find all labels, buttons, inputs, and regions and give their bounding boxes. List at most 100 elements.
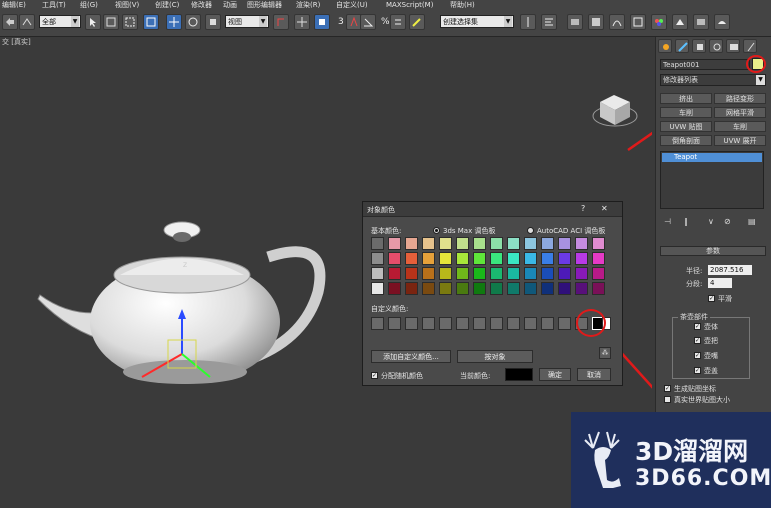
color-swatch[interactable] [490,282,503,295]
modifier-button-lathe[interactable]: 车削 [660,107,712,118]
color-swatch[interactable] [592,237,605,250]
menu-item-modifiers[interactable]: 修改器 [191,0,212,10]
smooth-checkbox[interactable]: ✓ [708,295,715,302]
color-swatch[interactable] [422,252,435,265]
viewcube[interactable] [592,95,638,127]
part-lid-checkbox[interactable]: ✓ [694,367,701,374]
color-swatch[interactable] [541,267,554,280]
menu-item-graph-editors[interactable]: 图形编辑器 [247,0,282,10]
color-swatch[interactable] [524,267,537,280]
color-swatch[interactable] [524,237,537,250]
palette-max-radio[interactable] [433,227,440,234]
create-tab-icon[interactable] [658,39,672,53]
part-spout-checkbox[interactable]: ✓ [694,352,701,359]
curve-editor-icon[interactable] [609,14,625,30]
angle-snap-icon[interactable] [360,14,376,30]
named-selection-dropdown[interactable]: 创建选择集 ▼ [440,15,514,28]
color-swatch[interactable] [558,252,571,265]
color-swatch[interactable] [422,267,435,280]
color-swatch[interactable] [490,237,503,250]
custom-color-swatch[interactable] [524,317,537,330]
color-swatch[interactable] [507,267,520,280]
add-custom-color-button[interactable]: 添加自定义颜色... [371,350,451,363]
color-swatch[interactable] [456,267,469,280]
color-swatch[interactable] [371,267,384,280]
custom-color-swatch[interactable] [490,317,503,330]
render-production-icon[interactable] [714,14,730,30]
part-body-checkbox[interactable]: ✓ [694,323,701,330]
color-swatch[interactable] [592,282,605,295]
modifier-button-unwrap-uvw[interactable]: UVW 展开 [714,135,766,146]
ok-button[interactable]: 确定 [539,368,571,381]
rect-selection-icon[interactable] [122,14,138,30]
color-swatch[interactable] [405,252,418,265]
pin-stack-icon[interactable]: ⊣ [664,217,671,226]
custom-color-swatch[interactable] [541,317,554,330]
color-swatch[interactable] [371,252,384,265]
color-swatch[interactable] [388,267,401,280]
color-swatch[interactable] [388,282,401,295]
color-swatch[interactable] [592,252,605,265]
select-by-name-icon[interactable] [103,14,119,30]
utilities-tab-icon[interactable] [743,39,757,53]
real-world-checkbox[interactable] [664,396,671,403]
color-swatch[interactable] [388,252,401,265]
color-swatch[interactable] [541,282,554,295]
reference-coordinate-dropdown[interactable]: 视图 ▼ [225,15,269,28]
dialog-titlebar[interactable]: 对象颜色 ? ✕ [363,202,622,217]
viewport-shading-label[interactable]: [真实] [11,38,30,46]
viewport-label-prefix[interactable]: 交 [2,38,9,46]
spinner-snap-icon[interactable] [390,14,406,30]
menu-item-maxscript[interactable]: MAXScript(M) [386,0,433,10]
color-swatch[interactable] [558,267,571,280]
modifier-button-extrude[interactable]: 挤出 [660,93,712,104]
color-swatch[interactable] [405,237,418,250]
show-end-result-icon[interactable]: ‖ [684,217,688,226]
menu-item-views[interactable]: 视图(V) [115,0,139,10]
make-unique-icon[interactable]: ∨ [708,217,714,226]
color-swatch[interactable] [456,282,469,295]
parameters-rollout-header[interactable]: 参数 [660,246,766,256]
color-swatch[interactable] [439,282,452,295]
custom-color-swatch[interactable] [507,317,520,330]
color-swatch[interactable] [507,252,520,265]
color-swatch[interactable] [524,252,537,265]
menu-item-rendering[interactable]: 渲染(R) [296,0,320,10]
undo-icon[interactable] [2,14,18,30]
color-swatch[interactable] [422,282,435,295]
select-move-icon[interactable] [166,14,182,30]
custom-color-swatch[interactable] [473,317,486,330]
color-swatch[interactable] [490,267,503,280]
color-swatch[interactable] [439,252,452,265]
schematic-view-icon[interactable] [630,14,646,30]
stack-item-teapot[interactable]: Teapot [662,153,762,162]
keyboard-shortcut-icon[interactable] [314,14,330,30]
help-icon[interactable]: ? [581,204,585,213]
menu-item-animation[interactable]: 动画 [223,0,237,10]
color-swatch[interactable] [558,282,571,295]
color-swatch[interactable] [490,252,503,265]
layer-manager-icon[interactable] [567,14,583,30]
graphite-tools-icon[interactable] [588,14,604,30]
custom-color-swatch[interactable] [371,317,384,330]
part-handle-checkbox[interactable]: ✓ [694,337,701,344]
modifier-button-bevel-profile[interactable]: 倒角剖面 [660,135,712,146]
color-swatch[interactable] [575,252,588,265]
color-swatch[interactable] [371,282,384,295]
material-editor-icon[interactable] [651,14,667,30]
remove-modifier-icon[interactable]: ⊘ [724,217,731,226]
menu-item-group[interactable]: 组(G) [80,0,98,10]
color-swatch[interactable] [456,237,469,250]
color-swatch[interactable] [507,237,520,250]
modifier-list-dropdown[interactable]: 修改器列表 ▼ [660,74,766,86]
rendered-frame-icon[interactable] [693,14,709,30]
color-swatch[interactable] [592,267,605,280]
color-swatch[interactable] [371,237,384,250]
select-object-icon[interactable] [85,14,101,30]
menu-item-edit[interactable]: 编辑(E) [2,0,26,10]
custom-color-swatch[interactable] [422,317,435,330]
custom-color-swatch[interactable] [439,317,452,330]
color-swatch[interactable] [541,252,554,265]
color-swatch[interactable] [524,282,537,295]
window-crossing-icon[interactable] [143,14,159,30]
